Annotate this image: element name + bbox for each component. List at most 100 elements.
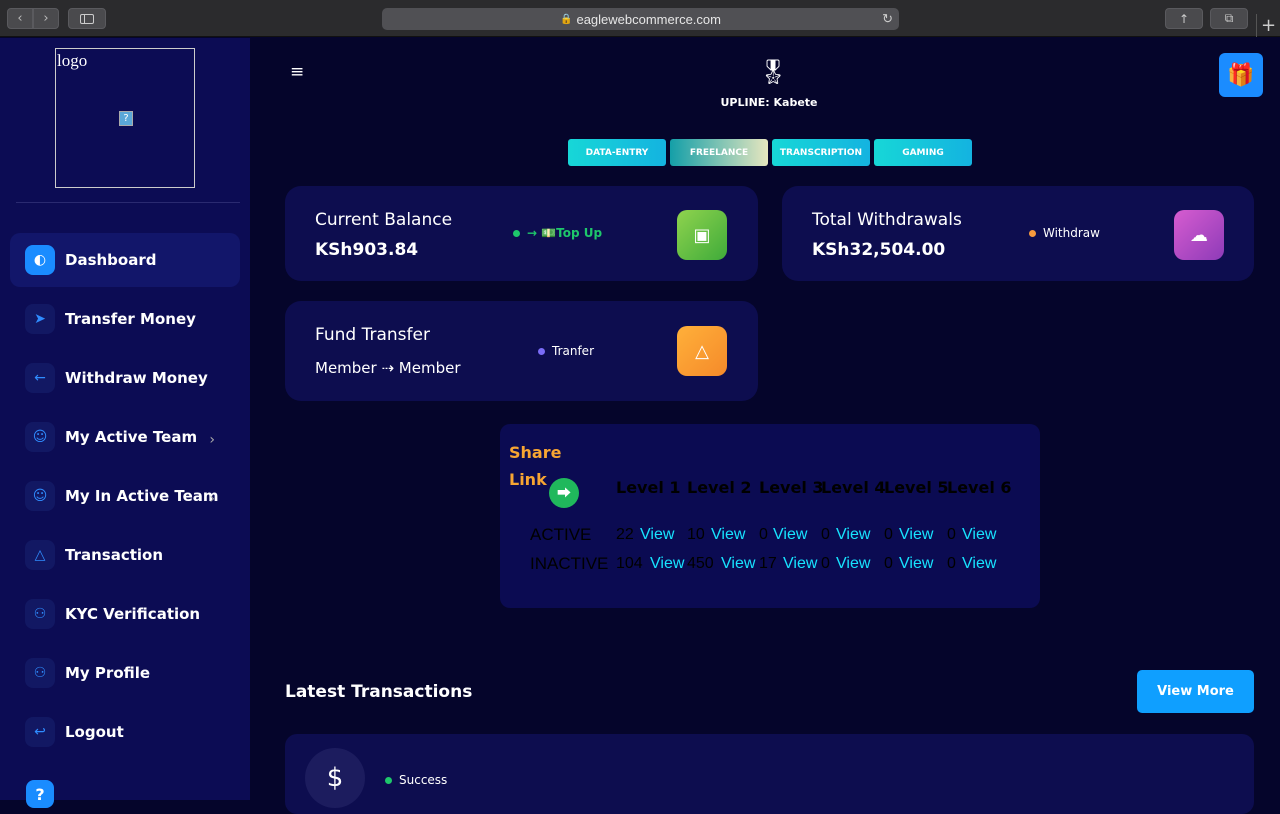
view-link[interactable]: View <box>836 526 870 544</box>
view-link[interactable]: View <box>650 555 684 573</box>
status-dot <box>513 229 520 237</box>
sidebar-item-label: Transfer Money <box>65 310 196 328</box>
team-icon: ☺ <box>25 422 55 452</box>
tab-transcription[interactable]: TRANSCRIPTION <box>772 139 870 166</box>
share-link-icon[interactable]: ⮕ <box>549 478 579 508</box>
withdraw-label: Withdraw <box>1043 226 1100 240</box>
active-row-label: ACTIVE <box>530 525 592 544</box>
chevron-right-icon: › <box>209 491 215 507</box>
active-count: 0 <box>821 526 830 543</box>
view-link[interactable]: View <box>899 555 933 573</box>
cloud-download-icon: ☁ <box>1174 210 1224 260</box>
user-icon: ⚇ <box>25 658 55 688</box>
medal-icon: 🎖 <box>758 58 789 86</box>
view-link[interactable]: View <box>773 526 807 544</box>
top-up-link[interactable]: → 💵Top Up <box>513 226 602 240</box>
sidebar-item-logout[interactable]: ↩ Logout <box>10 705 240 759</box>
gift-icon[interactable]: 🎁 <box>1219 53 1263 97</box>
active-count: 0 <box>947 526 956 543</box>
recycle-icon: △ <box>25 540 55 570</box>
upline-label: UPLINE: Kabete <box>720 96 818 109</box>
sidebar-menu: ◐ Dashboard ➤ Transfer Money ← Withdraw … <box>10 233 240 764</box>
logo-alt-text: logo <box>57 51 88 70</box>
fund-transfer-card: Fund Transfer Member ⇢ Member Tranfer △ <box>285 301 758 401</box>
inactive-count: 0 <box>947 555 956 572</box>
view-link[interactable]: View <box>836 555 870 573</box>
tab-freelance[interactable]: FREELANCE <box>670 139 768 166</box>
sidebar-item-label: My Active Team <box>65 428 198 446</box>
forward-icon[interactable]: › <box>33 8 59 29</box>
card-title: Current Balance <box>315 210 453 230</box>
transaction-item[interactable]: $ Success <box>285 734 1254 814</box>
team-icon: ☺ <box>25 481 55 511</box>
active-count: 22 <box>616 526 634 543</box>
status-dot <box>385 776 392 784</box>
sidebar-item-label: My In Active Team <box>65 487 219 505</box>
balance-value: KSh903.84 <box>315 240 419 260</box>
level-header: Level 4 <box>821 478 886 497</box>
share-icon[interactable]: ↑ <box>1165 8 1203 29</box>
sidebar-item-label: My Profile <box>65 664 151 682</box>
active-count: 10 <box>687 526 705 543</box>
sidebar-item-kyc-verification[interactable]: ⚇ KYC Verification <box>10 587 240 641</box>
divider <box>16 202 240 203</box>
transfer-label: Tranfer <box>552 344 594 358</box>
link-label: Link <box>509 470 547 489</box>
share-label: Share <box>509 443 562 462</box>
latest-transactions-title: Latest Transactions <box>285 682 473 702</box>
back-icon[interactable]: ‹ <box>7 8 33 29</box>
inactive-count: 450 <box>687 555 714 572</box>
sidebar-item-label: Logout <box>65 723 124 741</box>
palette-icon: ◐ <box>25 245 55 275</box>
tab-gaming[interactable]: GAMING <box>874 139 972 166</box>
status-dot <box>1029 229 1036 237</box>
reload-icon[interactable]: ↻ <box>882 11 893 27</box>
category-tabs: DATA-ENTRY FREELANCE TRANSCRIPTION GAMIN… <box>568 139 972 166</box>
view-more-button[interactable]: View More <box>1137 670 1254 713</box>
referral-levels-panel: Share Link ⮕ Level 1 Level 2 Level 3 Lev… <box>500 424 1040 608</box>
address-bar[interactable]: 🔒 eaglewebcommerce.com ↻ <box>382 8 899 30</box>
status-dot <box>538 347 545 355</box>
total-withdrawals-card: Total Withdrawals KSh32,504.00 Withdraw … <box>782 186 1254 281</box>
help-icon[interactable]: ? <box>26 780 54 808</box>
withdraw-link[interactable]: Withdraw <box>1029 226 1100 240</box>
sidebar-item-withdraw-money[interactable]: ← Withdraw Money <box>10 351 240 405</box>
level-header: Level 6 <box>947 478 1012 497</box>
hamburger-menu-icon[interactable]: ≡ <box>290 62 304 82</box>
transfer-link[interactable]: Tranfer <box>538 344 594 358</box>
recycle-icon: △ <box>677 326 727 376</box>
new-tab-icon[interactable]: + <box>1256 14 1280 37</box>
level-header: Level 1 <box>616 478 681 497</box>
view-link[interactable]: View <box>962 526 996 544</box>
tabs-overview-icon[interactable]: ⧉ <box>1210 8 1248 29</box>
view-link[interactable]: View <box>899 526 933 544</box>
dollar-icon: $ <box>305 748 365 808</box>
sidebar-item-label: Dashboard <box>65 251 157 269</box>
view-link[interactable]: View <box>711 526 745 544</box>
sidebar-item-my-profile[interactable]: ⚇ My Profile <box>10 646 240 700</box>
active-count: 0 <box>759 526 768 543</box>
sidebar-item-dashboard[interactable]: ◐ Dashboard <box>10 233 240 287</box>
view-link[interactable]: View <box>640 526 674 544</box>
level-header: Level 5 <box>884 478 949 497</box>
sidebar: logo ? ◐ Dashboard ➤ Transfer Money ← Wi… <box>0 38 250 808</box>
view-link[interactable]: View <box>721 555 755 573</box>
status-badge: Success <box>385 773 447 787</box>
user-check-icon: ⚇ <box>25 599 55 629</box>
sidebar-item-transaction[interactable]: △ Transaction <box>10 528 240 582</box>
view-link[interactable]: View <box>962 555 996 573</box>
chevron-right-icon: › <box>209 432 215 448</box>
tab-data-entry[interactable]: DATA-ENTRY <box>568 139 666 166</box>
sidebar-item-label: Withdraw Money <box>65 369 208 387</box>
inactive-count: 104 <box>616 555 643 572</box>
sidebar-toggle-icon[interactable] <box>68 8 106 29</box>
sidebar-item-my-inactive-team[interactable]: ☺ My In Active Team › <box>10 469 240 523</box>
broken-image-icon: ? <box>119 111 133 126</box>
sidebar-item-transfer-money[interactable]: ➤ Transfer Money <box>10 292 240 346</box>
send-icon: ➤ <box>25 304 55 334</box>
sidebar-item-my-active-team[interactable]: ☺ My Active Team › <box>10 410 240 464</box>
browser-toolbar: ‹ › 🔒 eaglewebcommerce.com ↻ ↑ ⧉ + <box>0 0 1280 37</box>
inactive-row-label: INACTIVE <box>530 554 609 573</box>
view-link[interactable]: View <box>783 555 817 573</box>
logo[interactable]: logo ? <box>55 48 195 188</box>
